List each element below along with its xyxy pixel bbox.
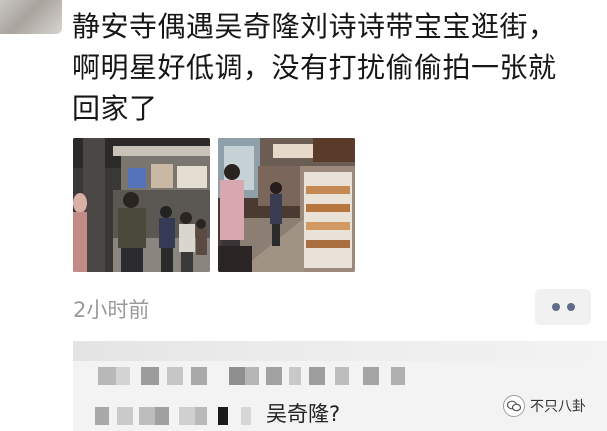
more-dots-icon: [566, 303, 575, 311]
comment-section-header: [73, 341, 607, 361]
redaction-block: [141, 367, 159, 385]
more-options-button[interactable]: [535, 289, 591, 325]
redaction-block: [191, 367, 207, 385]
redaction-block: [195, 407, 207, 425]
redaction-block: [241, 407, 251, 425]
post-text-line: 回家了: [72, 92, 158, 125]
redaction-block: [363, 367, 379, 385]
account-watermark: 不只八卦: [503, 395, 586, 417]
avatar[interactable]: [0, 0, 62, 34]
post-photo-mall-corridor[interactable]: [73, 138, 210, 272]
wechat-account-icon: [503, 395, 525, 417]
redaction-block: [116, 367, 130, 385]
redaction-block: [245, 367, 259, 385]
post-text: 静安寺偶遇吴奇隆刘诗诗带宝宝逛街， 啊明星好低调，没有打扰偷偷拍一张就 回家了: [72, 6, 592, 129]
post-text-line: 啊明星好低调，没有打扰偷偷拍一张就: [72, 51, 557, 84]
redaction-block: [179, 407, 195, 425]
watermark-text: 不只八卦: [530, 399, 586, 415]
redaction-block: [167, 367, 183, 385]
post-photo-bakery-interior[interactable]: [218, 138, 355, 272]
redaction-block: [117, 407, 133, 425]
redaction-block: [391, 367, 405, 385]
post-text-line: 静安寺偶遇吴奇隆刘诗诗带宝宝逛街，: [72, 10, 557, 43]
redaction-block: [95, 407, 109, 425]
redaction-block: [229, 367, 245, 385]
redaction-block: [266, 367, 282, 385]
post-timestamp: 2小时前: [73, 298, 150, 322]
redaction-block: [335, 367, 349, 385]
redaction-block: [309, 367, 325, 385]
redaction-block: [218, 407, 228, 425]
comment-text: 吴奇隆?: [266, 402, 341, 426]
redaction-block: [289, 367, 301, 385]
more-dots-icon: [551, 303, 560, 311]
redaction-block: [98, 367, 116, 385]
redaction-block: [155, 407, 169, 425]
redaction-block: [139, 407, 155, 425]
